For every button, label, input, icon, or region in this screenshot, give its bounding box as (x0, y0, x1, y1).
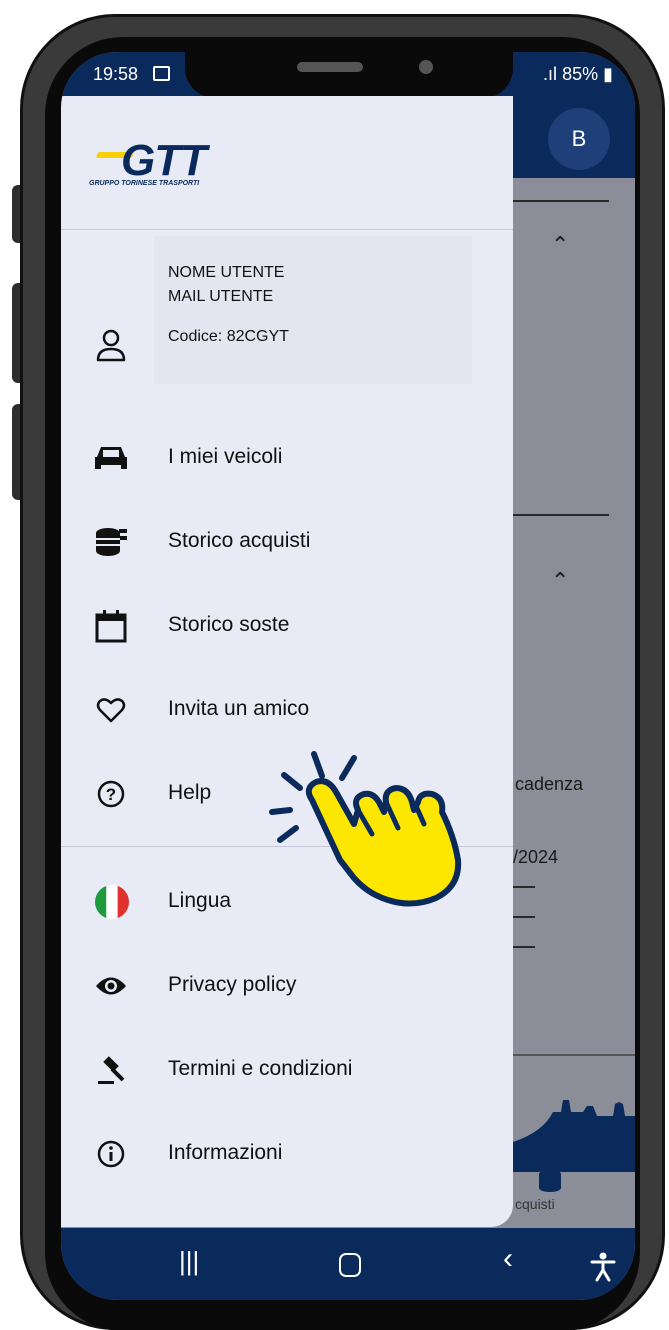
menu-item-label: Privacy policy (168, 973, 297, 996)
background-text-date: /2024 (513, 847, 559, 867)
menu-item-label: I miei veicoli (168, 445, 283, 468)
menu-item-storico-acquisti[interactable]: Storico acquisti (61, 510, 513, 574)
info-icon (93, 1136, 129, 1172)
bottom-nav-label: cquisti (515, 1196, 555, 1212)
logo-subtitle: GRUPPO TORINESE TRASPORTI (89, 180, 200, 187)
home-icon[interactable] (339, 1253, 361, 1277)
background-divider (513, 514, 609, 516)
battery-level: .ıl 85% ▮ (543, 64, 613, 84)
chevron-up-icon[interactable]: ⌃ (551, 568, 569, 594)
background-text-scadenza: cadenza (515, 774, 584, 794)
battery-percentage: 85% (562, 64, 599, 84)
screenshot-stage: B ⌃ ⌃ cadenza /2024 cquisti ||| ‹ 19:58 … (0, 0, 669, 1330)
background-divider (513, 946, 535, 948)
menu-item-label: Storico acquisti (168, 529, 311, 552)
tap-pointer-hand-icon (269, 751, 462, 907)
chevron-up-icon[interactable]: ⌃ (551, 232, 569, 258)
accessibility-icon[interactable] (590, 1252, 616, 1282)
drawer-divider (61, 229, 513, 230)
menu-item-storico-soste[interactable]: Storico soste (61, 594, 513, 658)
help-icon: ? (93, 776, 129, 812)
menu-item-informazioni[interactable]: Informazioni (61, 1122, 513, 1186)
logo-text: GTT (121, 136, 207, 185)
car-icon (93, 440, 129, 476)
user-mail: MAIL UTENTE (168, 288, 274, 305)
background-divider (513, 200, 609, 202)
speaker-grille (297, 62, 363, 72)
avatar[interactable]: B (548, 108, 610, 170)
menu-item-label: Help (168, 781, 212, 804)
gavel-icon (93, 1052, 129, 1088)
menu-item-label: Storico soste (168, 613, 290, 636)
user-code: Codice: 82CGYT (168, 328, 289, 345)
phone-screen: B ⌃ ⌃ cadenza /2024 cquisti ||| ‹ 19:58 … (61, 52, 635, 1300)
menu-item-invita-amico[interactable]: Invita un amico (61, 678, 513, 742)
back-icon[interactable]: ‹ (503, 1242, 513, 1276)
gtt-logo: GTT GRUPPO TORINESE TRASPORTI (89, 136, 239, 191)
bottom-nav-acquisti[interactable]: cquisti (513, 1170, 635, 1228)
menu-item-veicoli[interactable]: I miei veicoli (61, 426, 513, 490)
background-divider (513, 886, 535, 888)
system-navigation-bar: ||| ‹ (61, 1228, 635, 1300)
menu-item-label: Lingua (168, 889, 232, 912)
background-divider (513, 1054, 635, 1056)
user-name: NOME UTENTE (168, 264, 285, 281)
avatar-initial: B (571, 126, 587, 151)
calendar-icon (93, 608, 129, 644)
front-camera (419, 60, 433, 74)
signal-icon: .ıl (543, 64, 558, 84)
italian-flag-icon (93, 884, 129, 920)
navigation-drawer: GTT GRUPPO TORINESE TRASPORTI NOME UTENT… (61, 96, 513, 1227)
menu-item-termini[interactable]: Termini e condizioni (61, 1038, 513, 1102)
svg-text:?: ? (106, 785, 116, 804)
menu-item-label: Termini e condizioni (168, 1057, 353, 1080)
coins-icon (93, 524, 129, 560)
image-notification-icon (153, 66, 170, 81)
menu-item-label: Invita un amico (168, 697, 310, 720)
camera-notch (185, 52, 513, 98)
user-profile-card[interactable]: NOME UTENTE MAIL UTENTE Codice: 82CGYT (154, 236, 472, 384)
turin-skyline-illustration (513, 1100, 635, 1172)
background-divider (513, 916, 535, 918)
menu-item-label: Informazioni (168, 1141, 283, 1164)
heart-icon (93, 692, 129, 728)
eye-icon (93, 968, 129, 1004)
recent-apps-icon[interactable]: ||| (179, 1246, 199, 1277)
coins-icon (539, 1170, 561, 1192)
user-icon (96, 329, 126, 362)
menu-item-privacy[interactable]: Privacy policy (61, 954, 513, 1018)
status-time: 19:58 (93, 64, 139, 84)
